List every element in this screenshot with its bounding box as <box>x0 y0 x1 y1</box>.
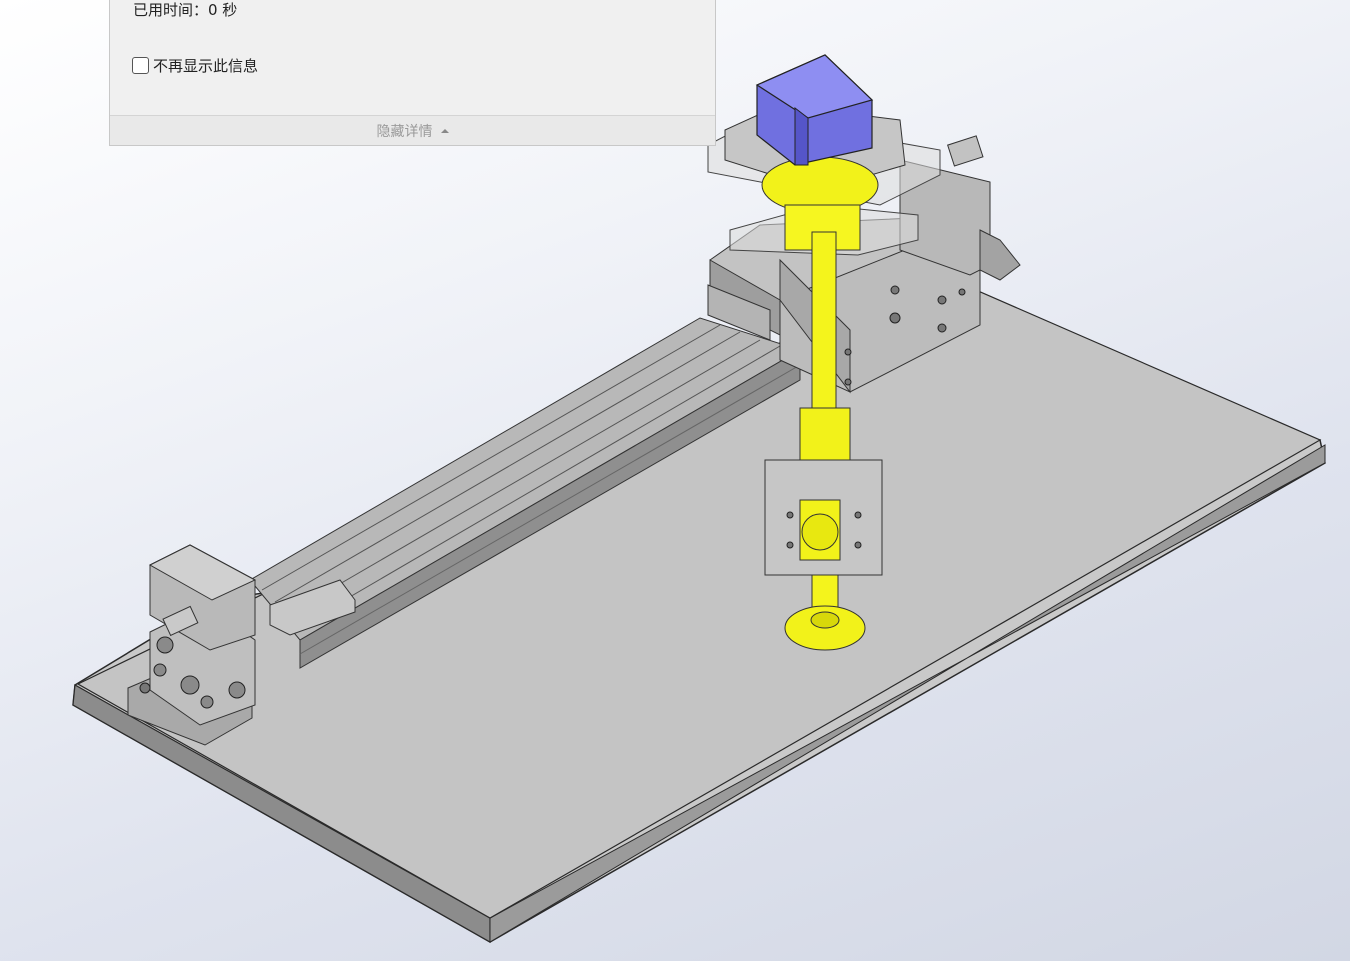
no-show-again-option[interactable]: 不再显示此信息 <box>132 55 258 76</box>
no-show-again-checkbox[interactable] <box>132 57 149 74</box>
caret-up-icon <box>440 128 449 133</box>
hide-details-label: 隐藏详情 <box>376 123 433 140</box>
hide-details-button[interactable]: 隐藏详情 <box>110 115 715 145</box>
progress-dialog: 已用时间：0 秒 不再显示此信息 隐藏详情 <box>109 0 716 146</box>
elapsed-time-text: 已用时间：0 秒 <box>133 1 238 19</box>
no-show-again-label: 不再显示此信息 <box>153 57 259 75</box>
blue-top-block <box>755 54 874 166</box>
